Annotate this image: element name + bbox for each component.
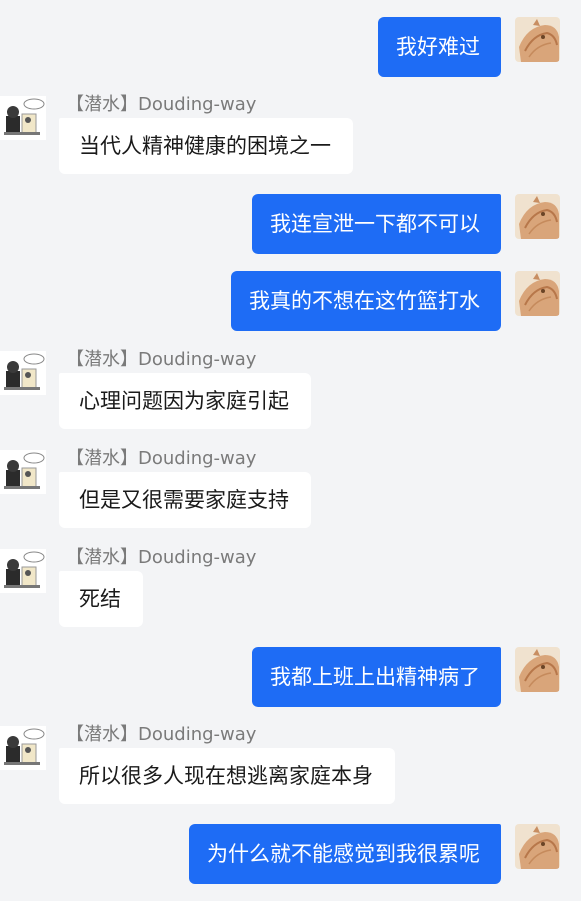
cartoon-avatar-icon xyxy=(0,351,46,395)
message-bubble[interactable]: 当代人精神健康的困境之一 xyxy=(59,118,353,174)
self-avatar[interactable] xyxy=(515,824,560,869)
cartoon-avatar-icon xyxy=(0,96,46,140)
message-bubble[interactable]: 为什么就不能感觉到我很累呢 xyxy=(189,824,501,884)
message-bubble[interactable]: 我真的不想在这竹篮打水 xyxy=(231,271,501,331)
sender-avatar[interactable] xyxy=(0,450,46,494)
cartoon-avatar-icon xyxy=(0,450,46,494)
sender-avatar[interactable] xyxy=(0,549,46,593)
message-bubble[interactable]: 我都上班上出精神病了 xyxy=(252,647,501,707)
message-bubble[interactable]: 我好难过 xyxy=(378,17,501,77)
self-avatar[interactable] xyxy=(515,17,560,62)
message-bubble[interactable]: 死结 xyxy=(59,571,143,627)
sender-name: 【潜水】Douding-way xyxy=(66,448,257,469)
cat-avatar-icon xyxy=(515,194,560,239)
cartoon-avatar-icon xyxy=(0,726,46,770)
cartoon-avatar-icon xyxy=(0,549,46,593)
sender-name: 【潜水】Douding-way xyxy=(66,94,257,115)
cat-avatar-icon xyxy=(515,647,560,692)
sender-avatar[interactable] xyxy=(0,726,46,770)
self-avatar[interactable] xyxy=(515,647,560,692)
sender-avatar[interactable] xyxy=(0,96,46,140)
sender-name: 【潜水】Douding-way xyxy=(66,547,257,568)
chat-message-list[interactable]: 我好难过 【潜水】Douding-way 当代人精神健康的困境之一 我连宣泄一下… xyxy=(0,0,581,901)
cat-avatar-icon xyxy=(515,17,560,62)
cat-avatar-icon xyxy=(515,824,560,869)
sender-avatar[interactable] xyxy=(0,351,46,395)
cat-avatar-icon xyxy=(515,271,560,316)
message-bubble[interactable]: 所以很多人现在想逃离家庭本身 xyxy=(59,748,395,804)
sender-name: 【潜水】Douding-way xyxy=(66,724,257,745)
self-avatar[interactable] xyxy=(515,271,560,316)
self-avatar[interactable] xyxy=(515,194,560,239)
message-bubble[interactable]: 但是又很需要家庭支持 xyxy=(59,472,311,528)
message-bubble[interactable]: 我连宣泄一下都不可以 xyxy=(252,194,501,254)
message-bubble[interactable]: 心理问题因为家庭引起 xyxy=(59,373,311,429)
sender-name: 【潜水】Douding-way xyxy=(66,349,257,370)
